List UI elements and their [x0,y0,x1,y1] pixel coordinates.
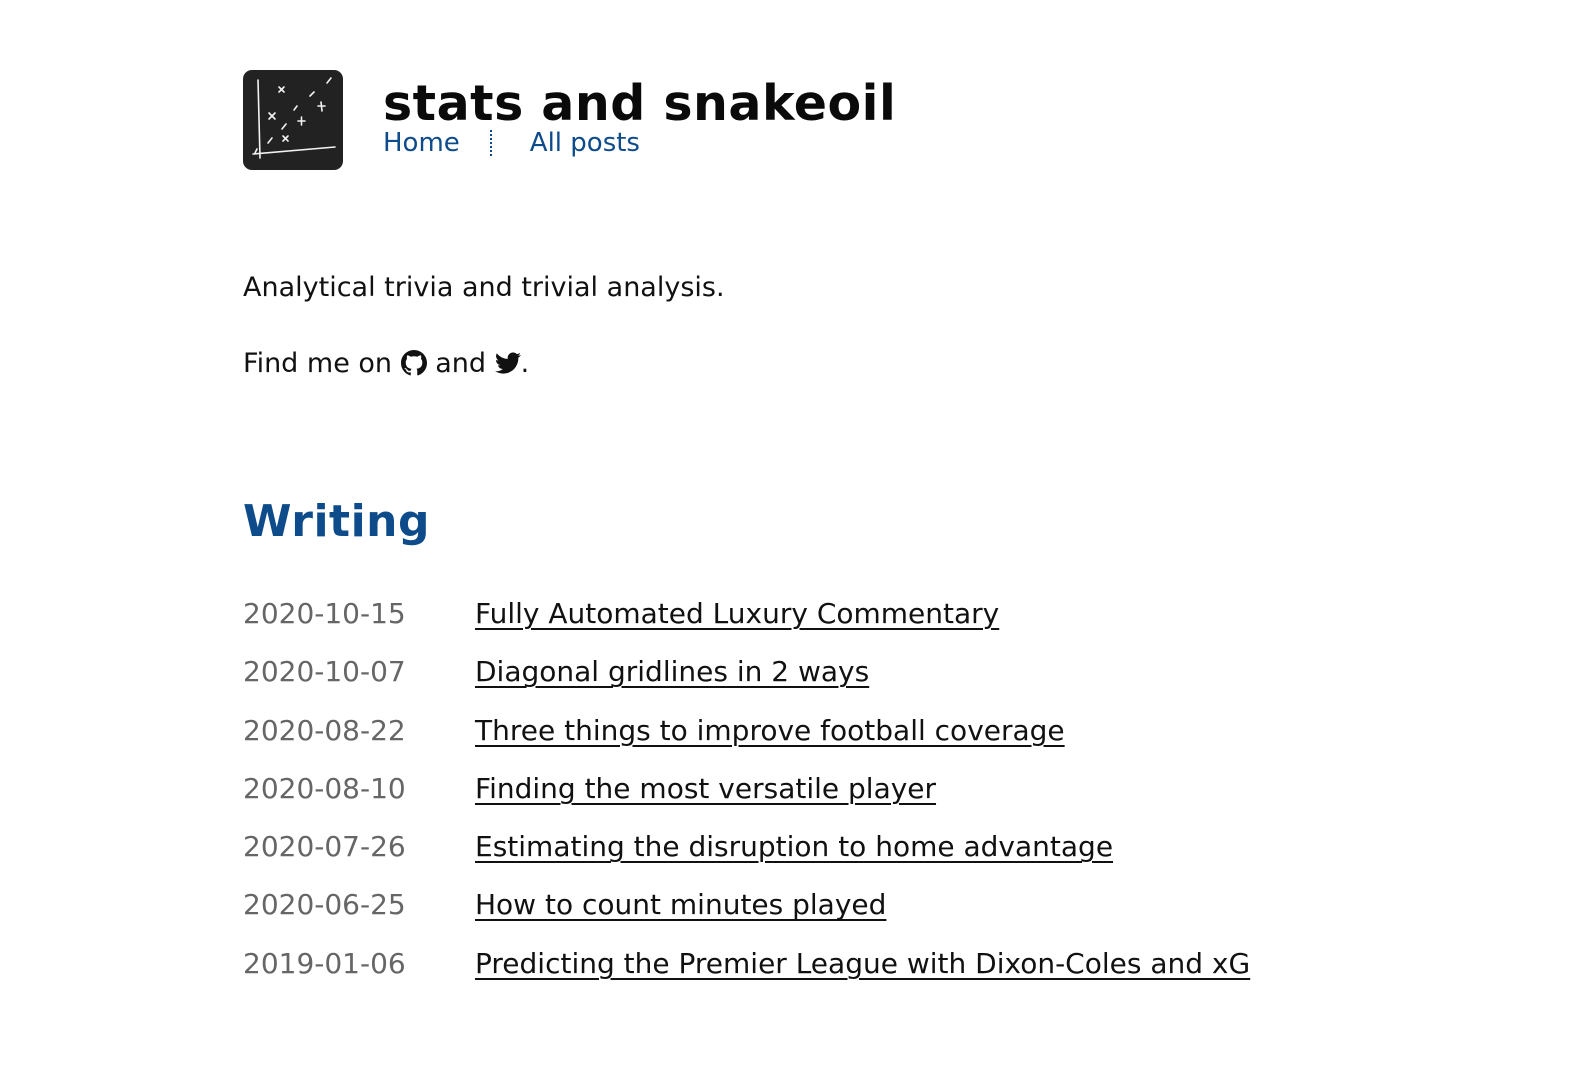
find-me-suffix: . [520,348,530,379]
find-me-prefix: Find me on [243,348,393,379]
post-link[interactable]: Predicting the Premier League with Dixon… [475,942,1250,986]
post-date: 2020-10-15 [243,597,406,630]
post-date: 2020-10-07 [243,655,406,689]
post-row: 2019-01-06 Predicting the Premier League… [243,942,1250,1000]
post-link[interactable]: Finding the most versatile player [475,767,936,811]
post-link[interactable]: Three things to improve football coverag… [475,709,1065,753]
writing-heading: Writing [243,496,430,547]
post-link[interactable]: Estimating the disruption to home advant… [475,825,1113,869]
intro: Analytical trivia and trivial analysis. … [243,268,725,384]
site-logo[interactable] [243,70,343,170]
twitter-link[interactable] [494,348,521,379]
post-row: 2020-07-26 Estimating the disruption to … [243,825,1250,883]
find-me-and: and [435,348,487,379]
post-date: 2020-07-26 [243,830,406,864]
post-row: 2020-10-07 Diagonal gridlines in 2 ways [243,650,1250,708]
tagline: Analytical trivia and trivial analysis. [243,272,725,303]
nav-all-posts-link[interactable]: All posts [530,126,640,160]
post-link[interactable]: How to count minutes played [475,883,886,927]
find-me-line: Find me on and . [243,344,725,384]
post-date: 2020-08-22 [243,713,406,747]
scatter-plot-chalk-icon [252,77,336,159]
post-row: 2020-10-15 Fully Automated Luxury Commen… [243,592,1250,650]
nav-home-link[interactable]: Home [383,126,460,160]
post-date: 2020-08-10 [243,771,406,805]
post-date: 2020-06-25 [243,888,406,922]
github-link[interactable] [400,348,427,379]
post-row: 2020-08-10 Finding the most versatile pl… [243,767,1250,825]
post-link[interactable]: Diagonal gridlines in 2 ways [475,650,869,694]
nav-divider [489,130,492,156]
header-text: stats and snakeoil Home All posts [383,74,896,160]
twitter-icon [494,352,521,374]
github-icon [400,350,427,376]
post-row: 2020-08-22 Three things to improve footb… [243,709,1250,767]
site-title[interactable]: stats and snakeoil [383,74,896,134]
post-link[interactable]: Fully Automated Luxury Commentary [475,592,999,636]
post-list: 2020-10-15 Fully Automated Luxury Commen… [243,592,1250,1000]
site-header: stats and snakeoil Home All posts [243,70,896,170]
post-row: 2020-06-25 How to count minutes played [243,883,1250,941]
post-date: 2019-01-06 [243,946,406,980]
